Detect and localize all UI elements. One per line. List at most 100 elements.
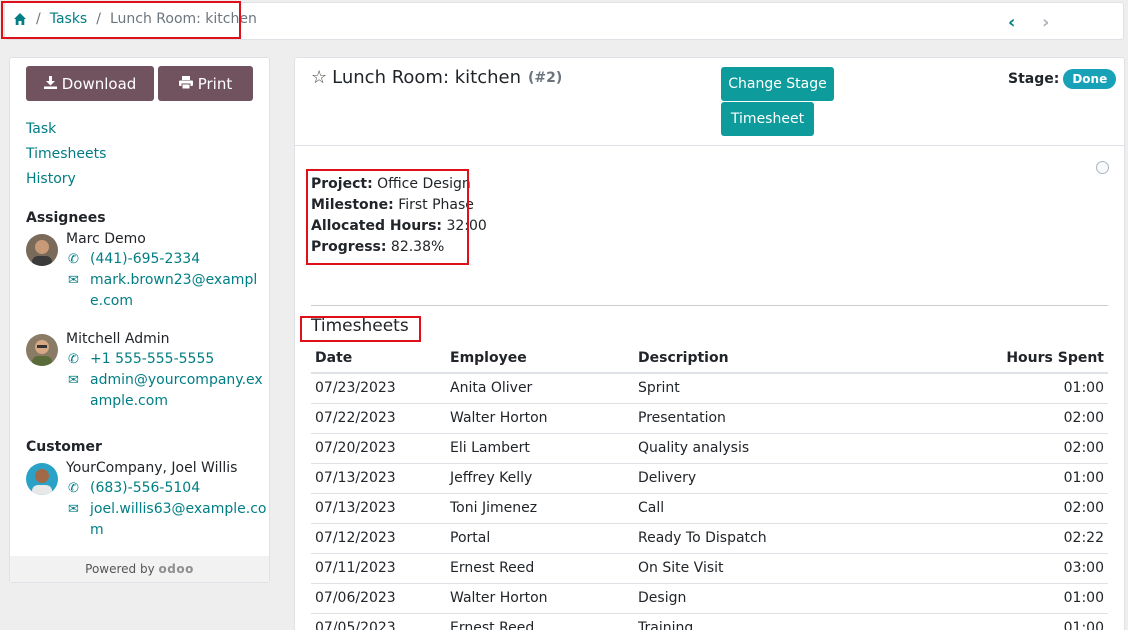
assignee-phone-text: (441)-695-2334 bbox=[90, 251, 201, 267]
column-header-employee: Employee bbox=[446, 343, 634, 374]
envelope-icon: ✉ bbox=[68, 373, 79, 388]
cell-employee: Ernest Reed bbox=[446, 613, 634, 630]
cell-employee: Jeffrey Kelly bbox=[446, 463, 634, 494]
assignee-phone[interactable]: ✆ (441)-695-2334 bbox=[68, 249, 268, 270]
cell-hours: 01:00 bbox=[934, 463, 1108, 494]
print-label: Print bbox=[197, 74, 233, 93]
cell-employee: Portal bbox=[446, 523, 634, 554]
highlight-box-task-info bbox=[306, 169, 469, 265]
download-label: Download bbox=[61, 74, 137, 93]
envelope-icon: ✉ bbox=[68, 502, 79, 517]
cell-description: Delivery bbox=[634, 463, 934, 494]
cell-employee: Anita Oliver bbox=[446, 373, 634, 404]
table-row: 07/12/2023 Portal Ready To Dispatch 02:22 bbox=[311, 523, 1108, 554]
cell-description: Quality analysis bbox=[634, 433, 934, 464]
cell-hours: 02:00 bbox=[934, 403, 1108, 434]
phone-icon: ✆ bbox=[68, 481, 79, 496]
pager-next-icon[interactable]: › bbox=[1042, 12, 1049, 33]
table-row: 07/13/2023 Jeffrey Kelly Delivery 01:00 bbox=[311, 463, 1108, 494]
cell-date: 07/13/2023 bbox=[311, 493, 446, 524]
powered-by-text: Powered by bbox=[85, 562, 155, 576]
customer-heading: Customer bbox=[26, 439, 102, 455]
star-icon[interactable]: ☆ bbox=[311, 67, 327, 88]
cell-date: 07/12/2023 bbox=[311, 523, 446, 554]
assignee-email[interactable]: ✉ admin@yourcompany.example.com bbox=[68, 370, 268, 412]
table-row: 07/11/2023 Ernest Reed On Site Visit 03:00 bbox=[311, 553, 1108, 584]
table-header-row: Date Employee Description Hours Spent bbox=[311, 343, 1108, 374]
assignee-email[interactable]: ✉ mark.brown23@example.com bbox=[68, 270, 268, 312]
cell-employee: Eli Lambert bbox=[446, 433, 634, 464]
cell-description: Presentation bbox=[634, 403, 934, 434]
download-icon bbox=[43, 75, 57, 93]
cell-date: 07/11/2023 bbox=[311, 553, 446, 584]
cell-hours: 01:00 bbox=[934, 373, 1108, 404]
column-header-description: Description bbox=[634, 343, 934, 374]
cell-date: 07/13/2023 bbox=[311, 463, 446, 494]
powered-by-footer: Powered by odoo bbox=[10, 556, 269, 582]
assignee-email-text: admin@yourcompany.example.com bbox=[90, 372, 263, 409]
assignees-heading: Assignees bbox=[26, 210, 106, 226]
phone-icon: ✆ bbox=[68, 352, 79, 367]
cell-hours: 02:22 bbox=[934, 523, 1108, 554]
sidebar-link-timesheets[interactable]: Timesheets bbox=[26, 146, 106, 162]
odoo-logo[interactable]: odoo bbox=[159, 562, 194, 576]
table-row: 07/23/2023 Anita Oliver Sprint 01:00 bbox=[311, 373, 1108, 404]
assignee-email-text: mark.brown23@example.com bbox=[90, 272, 258, 309]
customer-phone[interactable]: ✆ (683)-556-5104 bbox=[68, 478, 268, 499]
table-row: 07/05/2023 Ernest Reed Training 01:00 bbox=[311, 613, 1108, 630]
avatar bbox=[26, 463, 58, 495]
cell-date: 07/23/2023 bbox=[311, 373, 446, 404]
cell-description: On Site Visit bbox=[634, 553, 934, 584]
assignee-phone[interactable]: ✆ +1 555-555-5555 bbox=[68, 349, 268, 370]
status-badge: Done bbox=[1063, 69, 1117, 89]
assignee-phone-text: +1 555-555-5555 bbox=[90, 351, 215, 367]
cell-hours: 01:00 bbox=[934, 583, 1108, 614]
table-row: 07/20/2023 Eli Lambert Quality analysis 02:… bbox=[311, 433, 1108, 464]
cell-date: 07/06/2023 bbox=[311, 583, 446, 614]
download-button[interactable]: Download bbox=[26, 66, 154, 101]
stage-label: Stage: bbox=[1008, 71, 1060, 87]
cell-employee: Walter Horton bbox=[446, 403, 634, 434]
divider bbox=[311, 305, 1108, 306]
timesheets-table: Date Employee Description Hours Spent 07… bbox=[311, 343, 1108, 630]
task-panel: ☆ Lunch Room: kitchen (#2) Change Stage … bbox=[294, 57, 1125, 630]
cell-description: Design bbox=[634, 583, 934, 614]
print-icon bbox=[178, 75, 193, 93]
cell-hours: 01:00 bbox=[934, 613, 1108, 630]
cell-employee: Toni Jimenez bbox=[446, 493, 634, 524]
customer-phone-text: (683)-556-5104 bbox=[90, 480, 201, 496]
phone-icon: ✆ bbox=[68, 252, 79, 267]
cell-date: 07/22/2023 bbox=[311, 403, 446, 434]
highlight-box-breadcrumb bbox=[1, 1, 241, 39]
change-stage-button[interactable]: Change Stage bbox=[721, 67, 834, 101]
assignee-name: Mitchell Admin bbox=[66, 331, 170, 347]
column-header-date: Date bbox=[311, 343, 446, 374]
cell-hours: 02:00 bbox=[934, 493, 1108, 524]
task-title-text: Lunch Room: kitchen bbox=[332, 67, 522, 88]
avatar bbox=[26, 334, 58, 366]
cell-date: 07/05/2023 bbox=[311, 613, 446, 630]
task-title: ☆ Lunch Room: kitchen (#2) bbox=[311, 67, 562, 88]
timesheet-button[interactable]: Timesheet bbox=[721, 102, 814, 136]
customer-name: YourCompany, Joel Willis bbox=[66, 460, 238, 476]
envelope-icon: ✉ bbox=[68, 273, 79, 288]
highlight-box-timesheets bbox=[300, 316, 421, 342]
cell-hours: 03:00 bbox=[934, 553, 1108, 584]
assignee-name: Marc Demo bbox=[66, 231, 146, 247]
cell-date: 07/20/2023 bbox=[311, 433, 446, 464]
customer-email-text: joel.willis63@example.com bbox=[90, 501, 267, 538]
sidebar-link-history[interactable]: History bbox=[26, 171, 76, 187]
customer-email[interactable]: ✉ joel.willis63@example.com bbox=[68, 499, 268, 541]
table-row: 07/13/2023 Toni Jimenez Call 02:00 bbox=[311, 493, 1108, 524]
cell-employee: Ernest Reed bbox=[446, 553, 634, 584]
print-button[interactable]: Print bbox=[158, 66, 253, 101]
sidebar-link-task[interactable]: Task bbox=[26, 121, 56, 137]
pager-previous-icon[interactable]: ‹ bbox=[1008, 12, 1015, 33]
cell-hours: 02:00 bbox=[934, 433, 1108, 464]
status-radio-icon[interactable] bbox=[1096, 161, 1109, 174]
stage-indicator: Stage: Done bbox=[1008, 69, 1117, 89]
task-header: ☆ Lunch Room: kitchen (#2) Change Stage … bbox=[295, 58, 1124, 146]
avatar bbox=[26, 234, 58, 266]
cell-description: Ready To Dispatch bbox=[634, 523, 934, 554]
cell-description: Sprint bbox=[634, 373, 934, 404]
